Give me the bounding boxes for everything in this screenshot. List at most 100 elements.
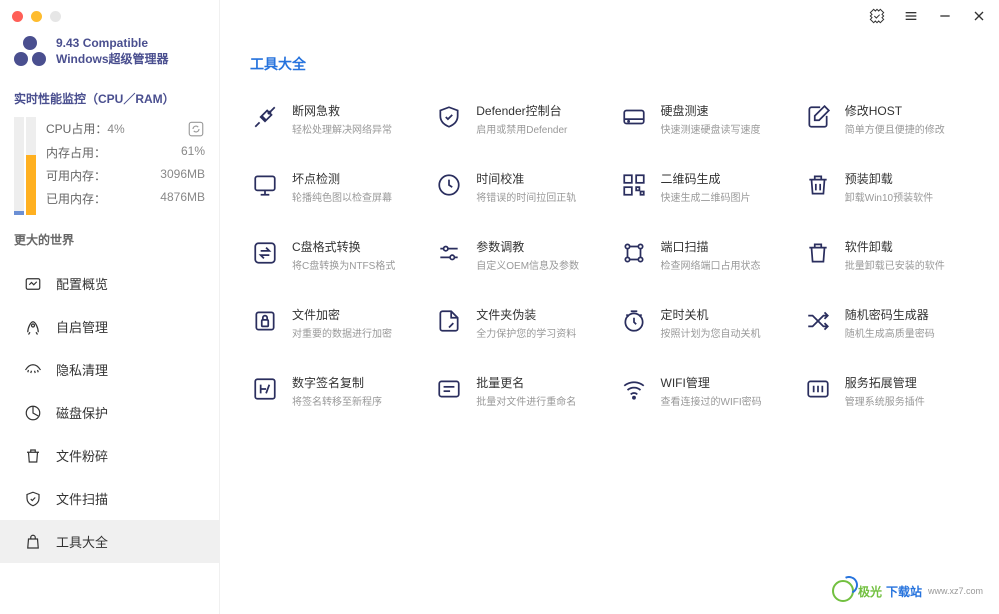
tool-lock[interactable]: 文件加密对重要的数据进行加密 [250,306,416,340]
nav-label: 文件粉碎 [56,446,108,465]
tool-network[interactable]: 端口扫描检查网络端口占用状态 [619,238,785,272]
tool-title: 参数调教 [476,238,579,255]
tool-trash3[interactable]: 软件卸载批量卸载已安装的软件 [803,238,969,272]
tool-desc: 检查网络端口占用状态 [661,257,761,272]
sidebar: 9.43 Compatible Windows超级管理器 实时性能监控（CPU／… [0,0,220,614]
nav-item-trash[interactable]: 文件粉碎 [0,434,219,477]
wifi-icon [619,374,649,404]
close-traffic-light[interactable] [12,11,23,22]
nav-label: 配置概览 [56,274,108,293]
folder-icon [434,306,464,336]
maximize-traffic-light[interactable] [50,11,61,22]
timer-icon [619,306,649,336]
nav: 配置概览自启管理隐私清理磁盘保护文件粉碎文件扫描工具大全 [0,256,219,614]
tool-title: 软件卸载 [845,238,945,255]
close-icon[interactable] [971,8,987,24]
tool-sliders[interactable]: 参数调教自定义OEM信息及参数 [434,238,600,272]
tool-trash2[interactable]: 预装卸载卸载Win10预装软件 [803,170,969,204]
tool-desc: 批量对文件进行重命名 [476,393,576,408]
tool-shuffle[interactable]: 随机密码生成器随机生成高质量密码 [803,306,969,340]
tool-desc: 对重要的数据进行加密 [292,325,392,340]
minimize-traffic-light[interactable] [31,11,42,22]
nav-label: 隐私清理 [56,360,108,379]
nav-label: 工具大全 [56,532,108,551]
tool-title: 坏点检测 [292,170,392,187]
tool-title: 修改HOST [845,102,945,119]
settings-icon[interactable] [869,8,885,24]
bag-icon [24,533,42,551]
shield-icon [434,102,464,132]
rocket-icon [24,318,42,336]
tool-desc: 轮播纯色图以检查屏幕 [292,189,392,204]
plug-icon [250,102,280,132]
ram-bar [26,117,36,215]
tool-title: 断网急救 [292,102,392,119]
main-content: 工具大全 断网急救轻松处理解决网络异常Defender控制台启用或禁用Defen… [220,0,999,614]
tool-title: 时间校准 [476,170,576,187]
tool-qr[interactable]: 二维码生成快速生成二维码图片 [619,170,785,204]
watermark: 极光下载站 www.xz7.com [832,580,983,602]
clock-icon [434,170,464,200]
tool-monitor[interactable]: 坏点检测轮播纯色图以检查屏幕 [250,170,416,204]
shuffle-icon [803,306,833,336]
qr-icon [619,170,649,200]
tool-folder[interactable]: 文件夹伪装全力保护您的学习资料 [434,306,600,340]
sign-icon [250,374,280,404]
tool-desc: 将签名转移至新程序 [292,393,382,408]
tool-title: 文件夹伪装 [476,306,576,323]
tool-title: 端口扫描 [661,238,761,255]
sliders-icon [434,238,464,268]
logo-icon [14,36,46,68]
tool-shield[interactable]: Defender控制台启用或禁用Defender [434,102,600,136]
edit-icon [803,102,833,132]
tool-swap[interactable]: C盘格式转换将C盘转换为NTFS格式 [250,238,416,272]
tool-clock[interactable]: 时间校准将错误的时间拉回正轨 [434,170,600,204]
titlebar [0,0,999,32]
tool-title: 随机密码生成器 [845,306,935,323]
tool-title: 二维码生成 [661,170,751,187]
tool-desc: 随机生成高质量密码 [845,325,935,340]
tool-desc: 批量卸载已安装的软件 [845,257,945,272]
rename-icon [434,374,464,404]
tool-title: Defender控制台 [476,102,567,119]
tool-title: 数字签名复制 [292,374,382,391]
tool-desc: 启用或禁用Defender [476,121,567,136]
cpu-bar [14,117,24,215]
tool-title: 文件加密 [292,306,392,323]
app-title: 9.43 Compatible Windows超级管理器 [56,36,169,67]
eye-icon [24,361,42,379]
tool-desc: 自定义OEM信息及参数 [476,257,579,272]
tool-desc: 全力保护您的学习资料 [476,325,576,340]
nav-item-eye[interactable]: 隐私清理 [0,348,219,391]
hdd-icon [619,102,649,132]
tool-timer[interactable]: 定时关机按照计划为您自动关机 [619,306,785,340]
nav-label: 磁盘保护 [56,403,108,422]
tool-wifi[interactable]: WIFI管理查看连接过的WIFI密码 [619,374,785,408]
swap-icon [250,238,280,268]
monitor-title: 实时性能监控（CPU／RAM） [14,90,205,107]
nav-item-bag[interactable]: 工具大全 [0,520,219,563]
tool-plug[interactable]: 断网急救轻松处理解决网络异常 [250,102,416,136]
tool-grid: 断网急救轻松处理解决网络异常 Defender控制台启用或禁用Defender 硬盘… [250,102,969,408]
tool-desc: 将错误的时间拉回正轨 [476,189,576,204]
tool-hdd[interactable]: 硬盘测速快速测速硬盘读写速度 [619,102,785,136]
trash2-icon [803,170,833,200]
minimize-icon[interactable] [937,8,953,24]
nav-item-pie[interactable]: 磁盘保护 [0,391,219,434]
nav-item-rocket[interactable]: 自启管理 [0,305,219,348]
tool-edit[interactable]: 修改HOST简单方便且便捷的修改 [803,102,969,136]
tool-desc: 快速生成二维码图片 [661,189,751,204]
tool-sign[interactable]: 数字签名复制将签名转移至新程序 [250,374,416,408]
nav-item-gauge[interactable]: 配置概览 [0,262,219,305]
ram-usage-row: 内存占用：61% [46,141,205,164]
menu-icon[interactable] [903,8,919,24]
tool-title: 定时关机 [661,306,761,323]
tool-desc: 管理系统服务插件 [845,393,925,408]
nav-label: 文件扫描 [56,489,108,508]
performance-monitor: 实时性能监控（CPU／RAM） CPU占用：4% 内存占用：61% 可用内存：3… [0,82,219,223]
refresh-icon[interactable] [187,120,205,138]
tool-rename[interactable]: 批量更名批量对文件进行重命名 [434,374,600,408]
tool-title: C盘格式转换 [292,238,395,255]
nav-item-shield[interactable]: 文件扫描 [0,477,219,520]
tool-service[interactable]: 服务拓展管理管理系统服务插件 [803,374,969,408]
